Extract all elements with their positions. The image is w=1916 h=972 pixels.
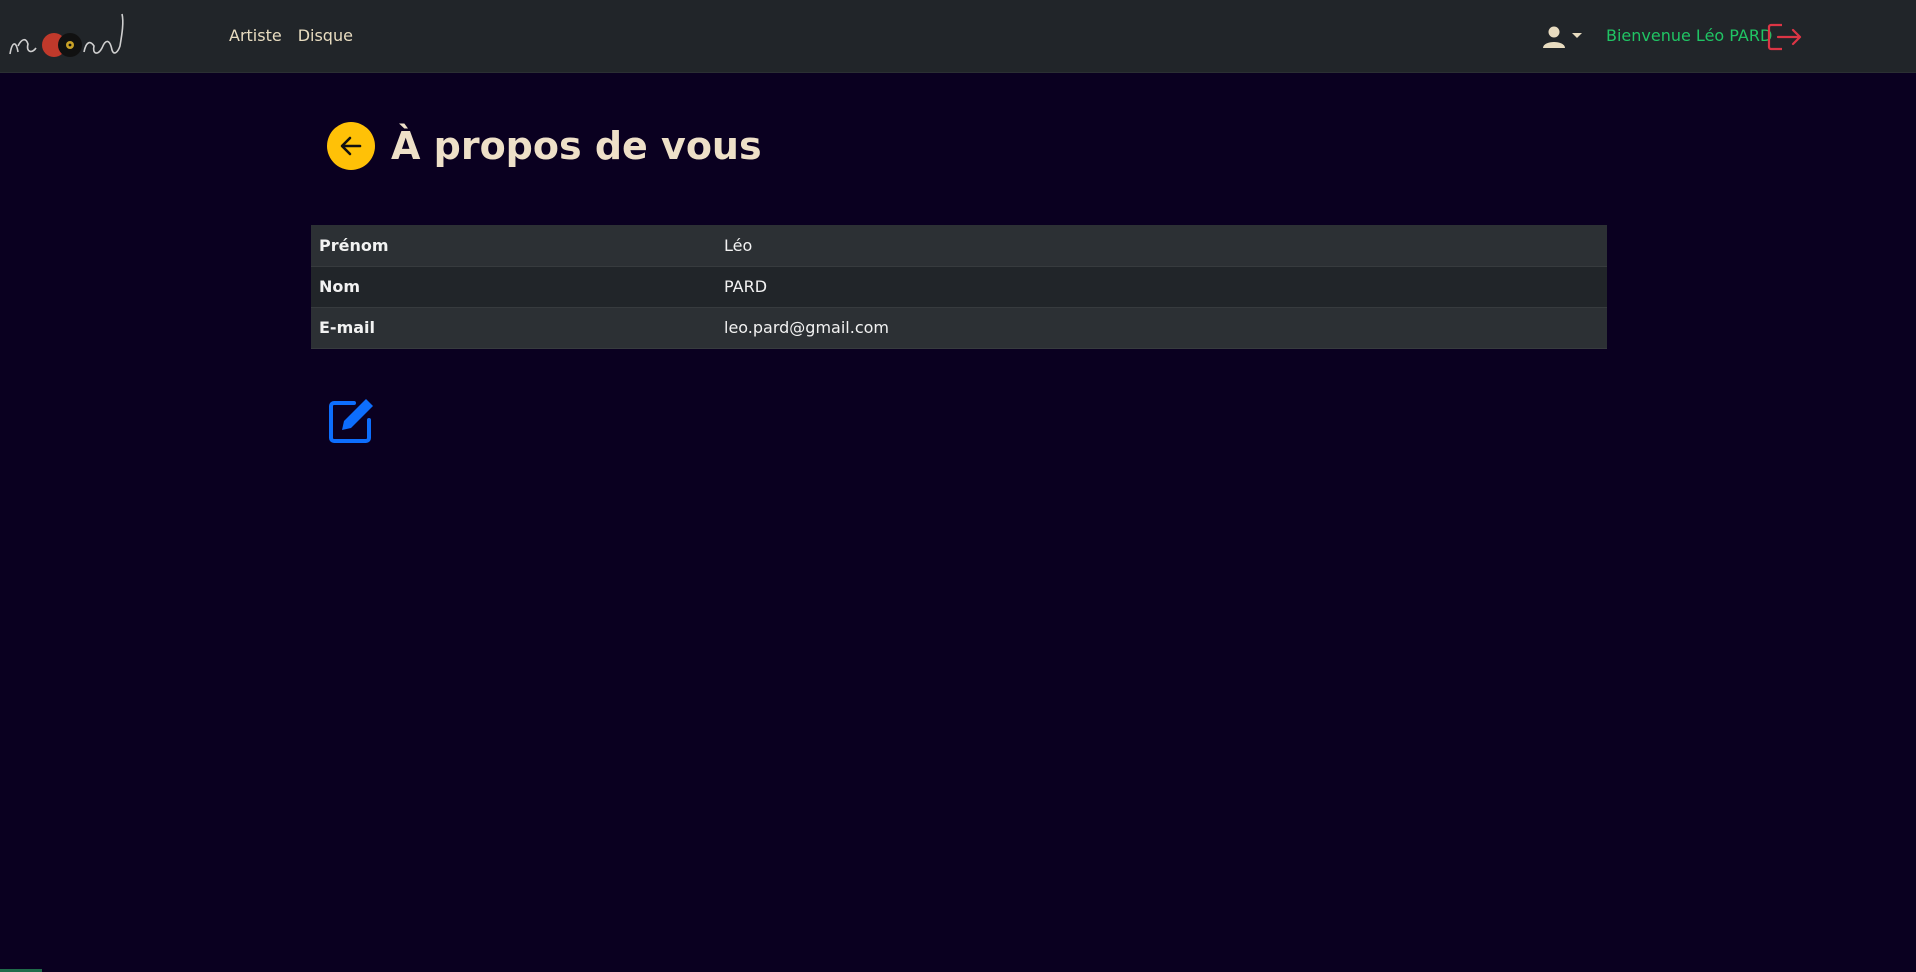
logout-icon[interactable] [1767, 23, 1803, 51]
record-logo[interactable] [6, 12, 126, 62]
nav-link-disque[interactable]: Disque [298, 26, 353, 45]
arrow-left-icon [340, 136, 362, 156]
edit-profile-button[interactable] [326, 396, 376, 446]
user-icon [1543, 26, 1565, 48]
navbar: Artiste Disque Bienvenue Léo PARD [0, 0, 1916, 73]
table-row: Prénom Léo [311, 225, 1607, 267]
field-value-prenom: Léo [716, 225, 1607, 267]
page-title: À propos de vous [391, 124, 762, 168]
nav-link-artiste[interactable]: Artiste [229, 26, 282, 45]
profile-table: Prénom Léo Nom PARD E-mail leo.pard@gmai… [311, 225, 1607, 349]
back-button[interactable] [327, 122, 375, 170]
welcome-message: Bienvenue Léo PARD [1606, 26, 1773, 45]
field-label-nom: Nom [311, 266, 716, 308]
user-menu-dropdown[interactable] [1542, 25, 1582, 49]
field-label-prenom: Prénom [311, 225, 716, 267]
table-row: E-mail leo.pard@gmail.com [311, 307, 1607, 349]
main-nav: Artiste Disque [229, 26, 353, 45]
field-value-nom: PARD [716, 266, 1607, 308]
chevron-down-icon [1572, 32, 1582, 38]
table-row: Nom PARD [311, 266, 1607, 308]
edit-icon [329, 399, 373, 443]
field-label-email: E-mail [311, 307, 716, 349]
field-value-email: leo.pard@gmail.com [716, 307, 1607, 349]
